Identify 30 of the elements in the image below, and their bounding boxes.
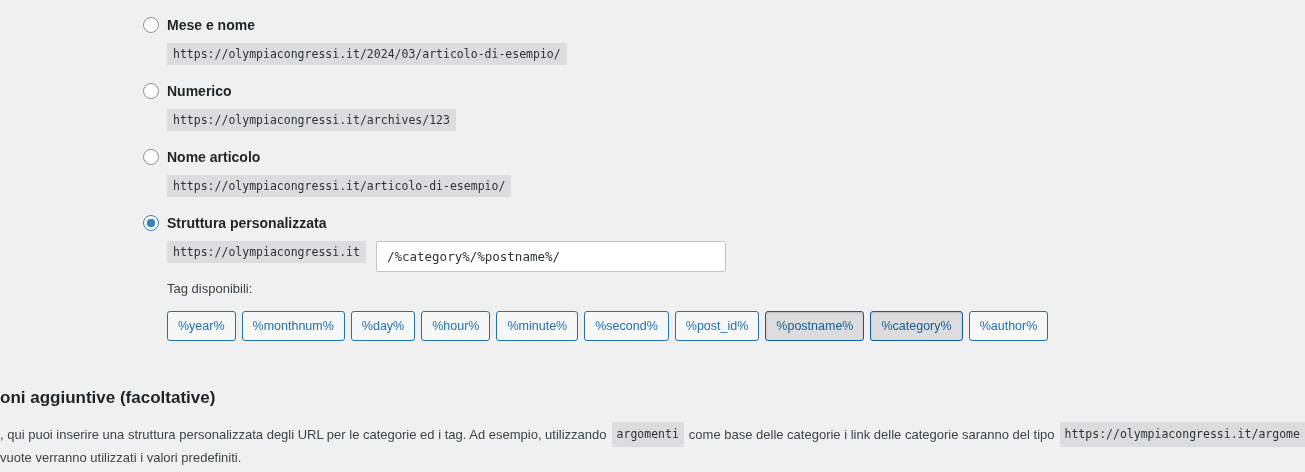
tag-button[interactable]: %day% <box>350 311 416 341</box>
description-text: , qui puoi inserire una struttura personalizzata degli URL per le categorie ed i tag. Ad esempio, utilizzando <box>0 426 607 444</box>
option-label[interactable]: Numerico <box>167 83 232 99</box>
tags-label: Tag disponibili: <box>167 281 254 296</box>
option-label[interactable]: Mese e nome <box>167 17 255 33</box>
url-example: https://olympiacongressi.it/2024/03/articolo-di-esempio/ <box>167 43 567 65</box>
option-label[interactable]: Nome articolo <box>167 149 261 165</box>
tag-button[interactable]: %monthnum% <box>241 311 345 341</box>
option-label[interactable]: Struttura personalizzata <box>167 215 327 231</box>
radio-button[interactable] <box>143 149 159 165</box>
section-heading: oni aggiuntive (facoltative) <box>0 387 217 409</box>
tag-button[interactable]: %post_id% <box>674 311 760 341</box>
tag-button[interactable]: %year% <box>167 311 236 341</box>
radio-button[interactable] <box>143 17 159 33</box>
url-example: https://olympiacongressi.it/archives/123 <box>167 109 456 131</box>
tag-button[interactable]: %minute% <box>496 311 579 341</box>
description-text: vuote verranno utilizzati i valori predefiniti. <box>0 449 242 467</box>
description-text: come base delle categorie i link delle categorie saranno del tipo <box>688 426 1055 444</box>
tag-button[interactable]: %second% <box>584 311 669 341</box>
radio-button[interactable] <box>143 215 159 231</box>
structure-field[interactable]: /%category%/%postname%/ <box>375 241 726 272</box>
url-prefix: https://olympiacongressi.it <box>167 241 366 263</box>
tag-button[interactable]: %category% <box>870 311 963 341</box>
code-snippet: argomenti <box>611 422 684 447</box>
url-example: https://olympiacongressi.it/articolo-di-esempio/ <box>167 175 512 197</box>
tag-button[interactable]: %postname% <box>765 311 865 341</box>
code-snippet: https://olympiacongressi.it/argome <box>1059 422 1305 447</box>
radio-button[interactable] <box>143 83 159 99</box>
tag-button[interactable]: %hour% <box>421 311 491 341</box>
tag-button[interactable]: %author% <box>968 311 1049 341</box>
